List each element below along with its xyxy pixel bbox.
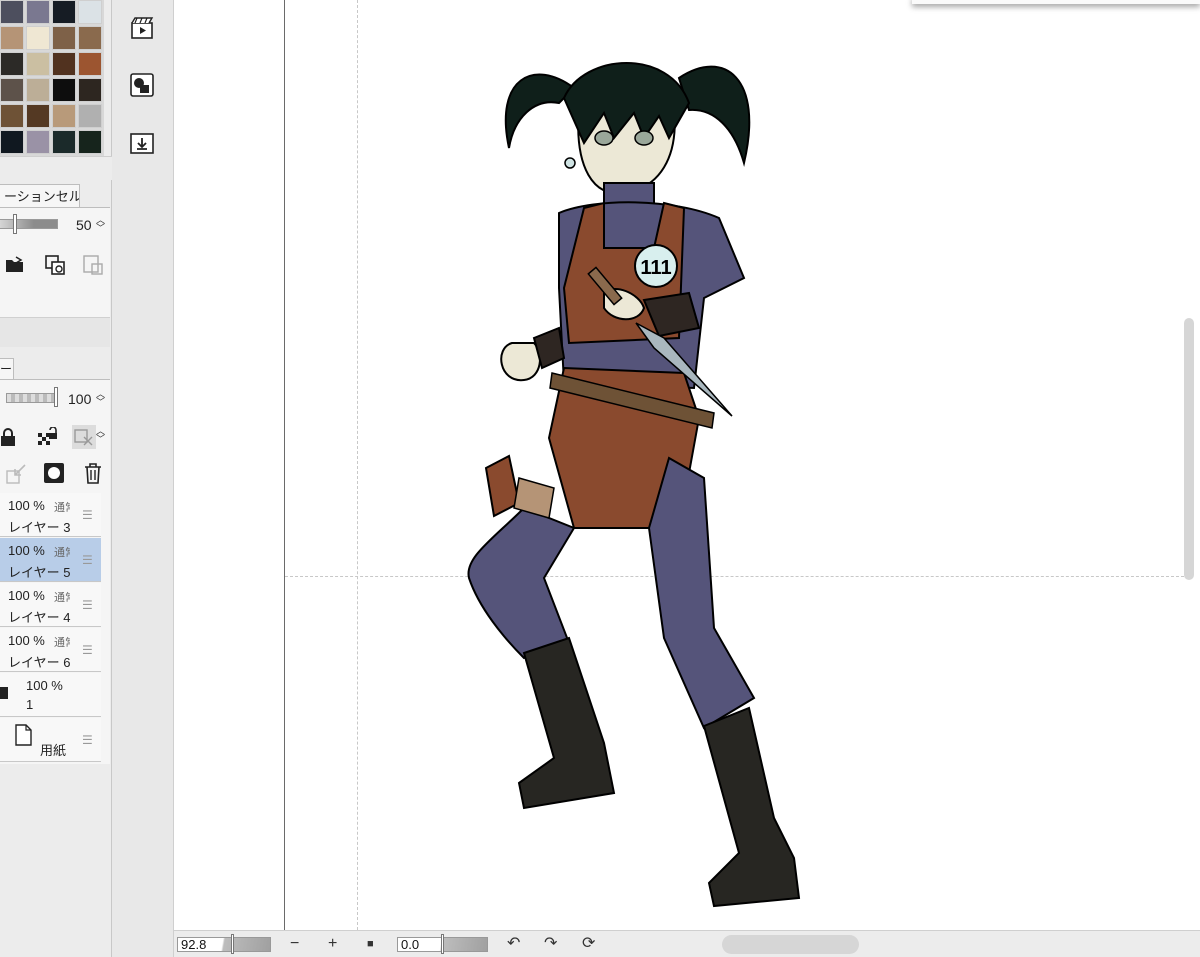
open-folder-icon[interactable] — [4, 254, 26, 276]
color-swatch[interactable] — [78, 26, 102, 50]
layer-name: レイヤー 5 — [8, 565, 71, 580]
layer-row-handle[interactable]: ☰ — [82, 553, 93, 567]
color-swatch[interactable] — [78, 78, 102, 102]
paper-layer[interactable]: 用紙 ☰ — [0, 718, 101, 762]
color-swatch[interactable] — [52, 52, 76, 76]
color-swatch[interactable] — [78, 130, 102, 154]
fit-view-button[interactable]: ■ — [367, 935, 374, 953]
layer-blend-mode: 通常 — [54, 502, 70, 514]
layer-opacity-label: 100 % — [26, 678, 63, 693]
layer-name: レイヤー 4 — [8, 610, 71, 625]
layer-row[interactable]: 100 % 通常レイヤー 4 ☰ — [0, 583, 101, 627]
layer-row[interactable]: 100 % 通常レイヤー 3 ☰ — [0, 493, 101, 537]
tab-layers[interactable]: ー — [0, 358, 14, 380]
paper-icon — [15, 724, 32, 746]
layer-blend-mode: 通常 — [54, 592, 70, 604]
bottom-status-bar: 92.8 − + ■ 0.0 ↶ ↷ ⟳ — [174, 930, 1200, 957]
layer-blend-mode: 通常 — [54, 547, 70, 559]
merge-down-icon[interactable] — [6, 462, 28, 484]
canvas-area[interactable]: 111 — [174, 0, 1200, 930]
layer-row[interactable]: 100 % 通常レイヤー 6 ☰ — [0, 628, 101, 672]
layer-opacity-slider-handle[interactable] — [54, 387, 58, 407]
rotate-right-button[interactable]: ↷ — [544, 935, 557, 953]
transparency-lock-icon[interactable] — [36, 427, 58, 449]
tool-column — [112, 0, 174, 957]
color-swatch[interactable] — [52, 26, 76, 50]
layer-row-handle[interactable]: ☰ — [82, 508, 93, 522]
tab-animation-cels[interactable]: ーションセル — [0, 184, 80, 208]
color-swatch[interactable] — [0, 104, 24, 128]
color-swatch[interactable] — [0, 130, 24, 154]
reference-stepper[interactable]: ︿ ﹀ — [96, 427, 105, 444]
vertical-scrollbar[interactable] — [1184, 318, 1194, 580]
palette-footer — [0, 156, 112, 180]
zoom-in-button[interactable]: + — [328, 935, 337, 953]
color-swatch[interactable] — [26, 78, 50, 102]
opacity-slider-handle[interactable] — [13, 214, 17, 234]
color-swatch[interactable] — [26, 52, 50, 76]
color-palette — [0, 0, 104, 156]
animation-cel-panel: 50 ︿ ﹀ — [0, 207, 110, 317]
layer-blend-mode: 通常 — [54, 637, 70, 649]
page-border — [284, 0, 285, 930]
rotation-slider-handle[interactable] — [441, 934, 444, 954]
color-swatch[interactable] — [78, 52, 102, 76]
layer-opacity-slider[interactable] — [6, 393, 56, 403]
layer-opacity-label: 100 % — [8, 498, 45, 513]
popup-window-edge — [912, 0, 1200, 4]
import-icon[interactable] — [130, 131, 154, 155]
color-swatch[interactable] — [0, 0, 24, 24]
folder-icon — [0, 687, 8, 699]
layer-opacity-stepper[interactable]: ︿ ﹀ — [96, 390, 105, 407]
layer-opacity-label: 100 % — [8, 543, 45, 558]
trash-icon[interactable] — [82, 462, 104, 484]
left-panel: ーションセル 50 ︿﹀ ー 100 ︿﹀ ︿﹀ 用紙 ☰ 100 %通常レイヤ… — [0, 0, 112, 957]
color-swatch[interactable] — [0, 52, 24, 76]
color-swatch[interactable] — [0, 78, 24, 102]
opacity-stepper[interactable]: ︿ ﹀ — [96, 216, 105, 233]
color-swatch[interactable] — [78, 0, 102, 24]
delete-cel-icon[interactable] — [82, 254, 104, 276]
material-icon[interactable] — [130, 73, 154, 97]
color-swatch[interactable] — [26, 0, 50, 24]
layer-opacity-label: 100 % — [8, 633, 45, 648]
duplicate-cel-icon[interactable] — [44, 254, 66, 276]
layer-opacity-value[interactable]: 100 — [68, 391, 91, 407]
paper-label: 用紙 — [40, 743, 67, 758]
layer-mask-icon[interactable] — [43, 462, 65, 484]
character-illustration: 111 — [467, 62, 801, 908]
color-swatch[interactable] — [0, 26, 24, 50]
layer-name: レイヤー 3 — [8, 520, 71, 535]
opacity-value[interactable]: 50 — [76, 217, 92, 233]
color-swatch[interactable] — [26, 130, 50, 154]
zoom-slider-handle[interactable] — [231, 934, 234, 954]
layer-row[interactable]: 100 % 1 — [0, 673, 101, 717]
paper-row-handle[interactable]: ☰ — [82, 733, 93, 747]
zoom-out-button[interactable]: − — [290, 935, 299, 953]
layer-name: レイヤー 6 — [8, 655, 71, 670]
layer-opacity-label: 100 % — [8, 588, 45, 603]
reset-rotation-button[interactable]: ⟳ — [582, 935, 595, 953]
zoom-level-field[interactable]: 92.8 — [177, 937, 271, 952]
badge-number: 111 — [640, 257, 671, 279]
opacity-slider[interactable] — [0, 219, 58, 229]
color-swatch[interactable] — [52, 0, 76, 24]
guide-line-vertical — [357, 0, 358, 930]
color-swatch[interactable] — [78, 104, 102, 128]
color-swatch[interactable] — [52, 130, 76, 154]
rotate-left-button[interactable]: ↶ — [507, 935, 520, 953]
layer-name: 1 — [26, 697, 34, 712]
color-swatch[interactable] — [26, 26, 50, 50]
layer-row[interactable]: 100 % 通常レイヤー 5 ☰ — [0, 538, 101, 582]
layer-row-handle[interactable]: ☰ — [82, 598, 93, 612]
layer-row-handle[interactable]: ☰ — [82, 643, 93, 657]
lock-icon[interactable] — [0, 427, 22, 449]
horizontal-scrollbar[interactable] — [722, 935, 859, 954]
animation-panel-footer — [0, 317, 110, 347]
reference-layer-icon[interactable] — [72, 425, 96, 449]
color-swatch[interactable] — [26, 104, 50, 128]
color-swatch[interactable] — [52, 78, 76, 102]
color-swatch[interactable] — [52, 104, 76, 128]
animation-timeline-icon[interactable] — [130, 16, 154, 40]
